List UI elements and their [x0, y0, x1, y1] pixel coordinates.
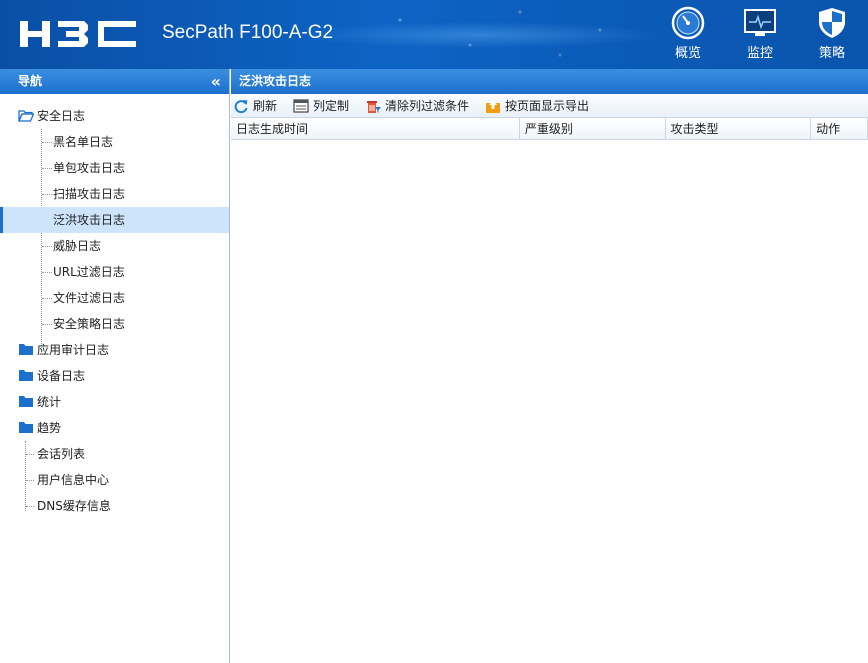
tree-item-label: 文件过滤日志 [53, 291, 126, 305]
tree-item-label: URL过滤日志 [53, 265, 125, 279]
tree-folder-statistics[interactable]: 统计 [0, 389, 229, 415]
folder-closed-icon [19, 396, 33, 407]
tree-item-label: 单包攻击日志 [53, 161, 126, 175]
column-customize-label: 列定制 [313, 99, 350, 113]
export-label: 按页面显示导出 [505, 99, 590, 113]
export-icon [486, 99, 501, 113]
tree-item-flood-attack-log[interactable]: 泛洪攻击日志 [0, 207, 229, 233]
top-navigation: 概览 监控 策略 [652, 6, 868, 64]
panel-title: 泛洪攻击日志 [231, 69, 868, 94]
tree-item-file-filter-log[interactable]: 文件过滤日志 [0, 285, 229, 311]
clear-filters-button[interactable]: 清除列过滤条件 [365, 97, 469, 114]
column-header-action[interactable]: 动作 [811, 118, 868, 139]
trash-filter-icon [367, 100, 382, 113]
tree-item-label: DNS缓存信息 [37, 499, 111, 513]
tree-item-url-filter-log[interactable]: URL过滤日志 [0, 259, 229, 285]
column-header-attack-type[interactable]: 攻击类型 [666, 118, 812, 139]
tree-item-blacklist-log[interactable]: 黑名单日志 [0, 129, 229, 155]
shield-icon [819, 8, 845, 38]
device-model: SecPath F100-A-G2 [162, 22, 334, 43]
tree-folder-device-log[interactable]: 设备日志 [0, 363, 229, 389]
nav-overview-label: 概览 [674, 46, 701, 61]
nav-monitor[interactable]: 监控 [724, 6, 796, 64]
grid-body [231, 140, 868, 663]
tree-folder-label: 趋势 [37, 421, 62, 435]
folder-open-icon [18, 110, 34, 122]
nav-policy[interactable]: 策略 [796, 6, 868, 64]
tree-item-threat-log[interactable]: 威胁日志 [0, 233, 229, 259]
refresh-label: 刷新 [253, 99, 278, 113]
tree-folder-label: 应用审计日志 [37, 343, 110, 357]
clear-filters-label: 清除列过滤条件 [385, 99, 470, 113]
nav-policy-label: 策略 [818, 46, 845, 61]
column-header-log-time[interactable]: 日志生成时间 [231, 118, 520, 139]
tree-folder-security-log[interactable]: 安全日志 [0, 103, 229, 129]
content-panel: 泛洪攻击日志 刷新 列定制 清除列过滤条件 按页面显示导出 日志生成时间 严重级… [231, 69, 868, 663]
tree-item-label: 安全策略日志 [53, 317, 126, 331]
tree-item-security-policy-log[interactable]: 安全策略日志 [0, 311, 229, 337]
gauge-icon [671, 6, 705, 40]
table-columns-icon [293, 98, 309, 113]
tree-folder-trend[interactable]: 趋势 [0, 415, 229, 441]
folder-closed-icon [19, 370, 33, 381]
tree-item-dns-cache[interactable]: DNS缓存信息 [0, 493, 229, 519]
sidebar-header: 导航 « [0, 69, 229, 94]
refresh-button[interactable]: 刷新 [233, 97, 277, 114]
column-header-severity[interactable]: 严重级别 [520, 118, 666, 139]
tree-folder-label: 统计 [37, 395, 62, 409]
tree-item-label: 扫描攻击日志 [53, 187, 126, 201]
tree-item-user-info-center[interactable]: 用户信息中心 [0, 467, 229, 493]
monitor-icon [744, 9, 776, 36]
nav-overview[interactable]: 概览 [652, 6, 724, 64]
navigation-sidebar: 导航 « 安全日志 黑名单日志 单包攻击日志 扫描攻击日志 泛洪攻击日志 威胁日… [0, 69, 230, 663]
navigation-tree: 安全日志 黑名单日志 单包攻击日志 扫描攻击日志 泛洪攻击日志 威胁日志 URL… [0, 94, 229, 519]
tree-item-label: 泛洪攻击日志 [53, 213, 126, 227]
tree-item-session-list[interactable]: 会话列表 [0, 441, 229, 467]
folder-closed-icon [19, 344, 33, 355]
tree-folder-app-audit-log[interactable]: 应用审计日志 [0, 337, 229, 363]
tree-item-scan-attack-log[interactable]: 扫描攻击日志 [0, 181, 229, 207]
tree-item-label: 会话列表 [37, 447, 86, 461]
tree-item-label: 用户信息中心 [37, 473, 110, 487]
folder-closed-icon [19, 422, 33, 433]
export-button[interactable]: 按页面显示导出 [485, 97, 589, 114]
tree-item-single-packet-attack-log[interactable]: 单包攻击日志 [0, 155, 229, 181]
nav-monitor-label: 监控 [746, 46, 773, 61]
h3c-logo [20, 21, 136, 47]
tree-item-label: 威胁日志 [53, 239, 102, 253]
top-banner: SecPath F100-A-G2 概览 监控 策略 [0, 0, 868, 69]
refresh-icon [234, 99, 248, 113]
sidebar-title: 导航 [18, 74, 43, 88]
toolbar: 刷新 列定制 清除列过滤条件 按页面显示导出 [231, 94, 868, 118]
tree-folder-label: 设备日志 [37, 369, 86, 383]
collapse-sidebar-button[interactable]: « [211, 69, 221, 94]
column-customize-button[interactable]: 列定制 [293, 97, 349, 114]
tree-item-label: 黑名单日志 [53, 135, 114, 149]
tree-folder-label: 安全日志 [37, 109, 86, 123]
grid-header: 日志生成时间 严重级别 攻击类型 动作 [231, 118, 868, 140]
